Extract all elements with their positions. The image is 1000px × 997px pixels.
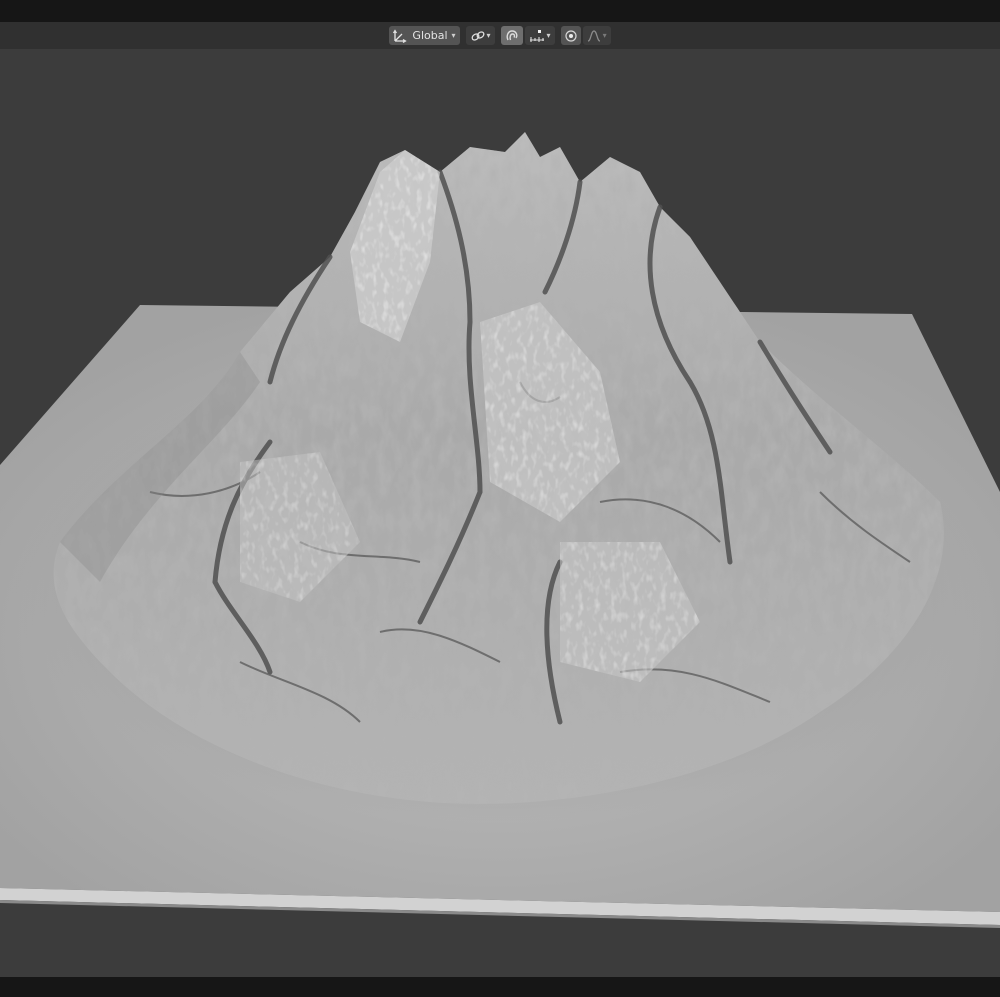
status-bar [0, 977, 1000, 997]
window-top-bar [0, 0, 1000, 22]
3d-viewport[interactable]: Global ▾ ▾ ▾ ▾ [0, 22, 1000, 977]
terrain-scene[interactable] [0, 22, 1000, 977]
